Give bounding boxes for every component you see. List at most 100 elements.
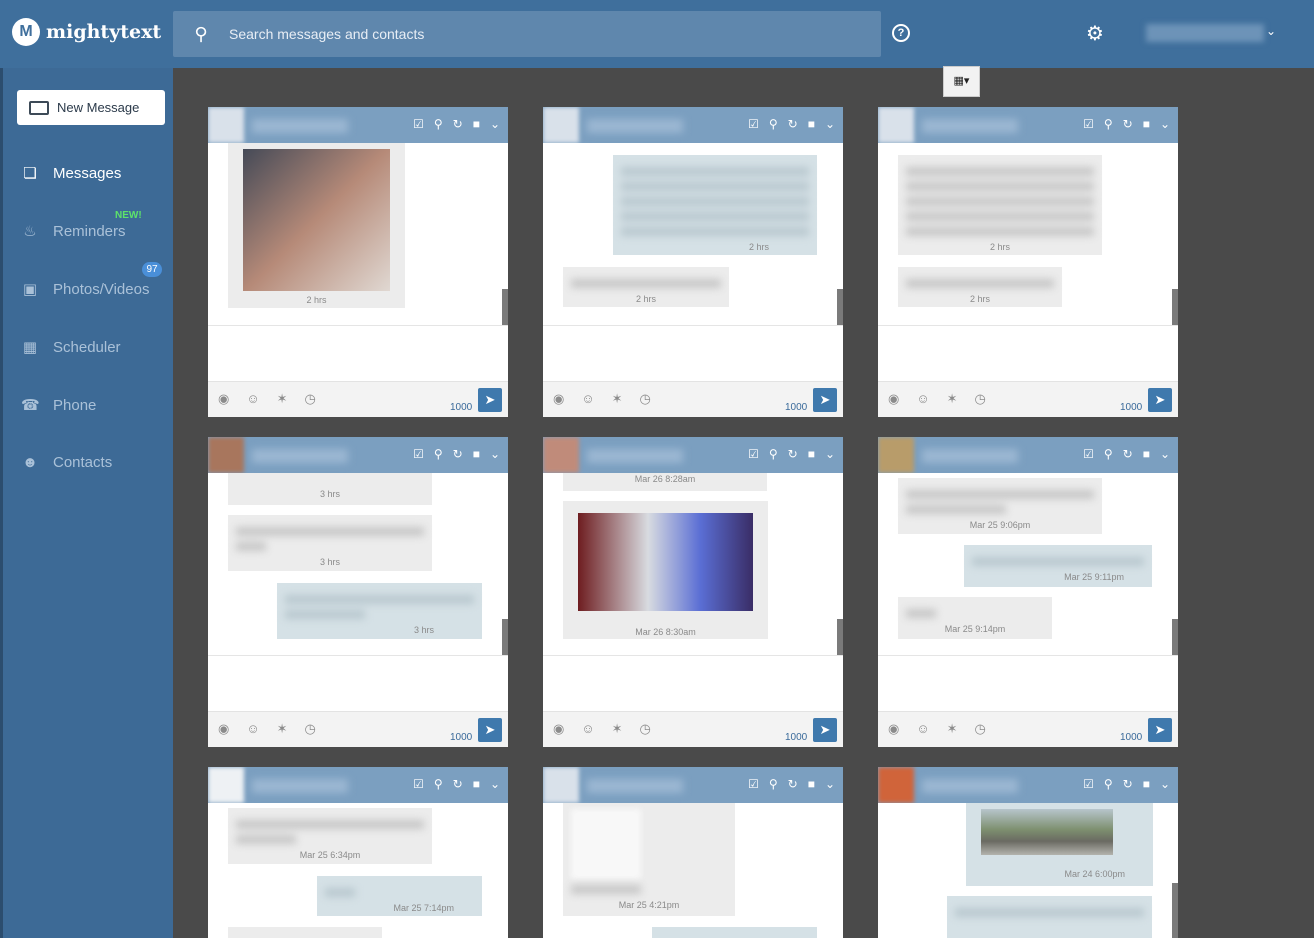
search-icon[interactable]: ⚲ [1104,447,1113,461]
select-icon[interactable]: ☑ [413,447,424,461]
message-thread[interactable]: 2 hrs 2 hrs [543,143,843,325]
new-message-button[interactable]: New Message [17,90,165,125]
sidebar-item-reminders[interactable]: ♨ Reminders [21,222,125,241]
clock-icon[interactable]: ◷ [975,721,986,737]
refresh-icon[interactable]: ↻ [453,117,463,131]
delete-icon[interactable]: ■ [1143,447,1150,461]
send-button[interactable]: ➤ [1148,718,1172,742]
refresh-icon[interactable]: ↻ [1123,447,1133,461]
contact-name[interactable] [252,119,348,133]
view-toggle-button[interactable]: ▦▾ [943,66,980,97]
avatar[interactable] [543,107,579,143]
message-photo[interactable] [578,513,753,611]
compose-field[interactable] [208,655,508,711]
refresh-icon[interactable]: ↻ [453,447,463,461]
contact-name[interactable] [922,449,1018,463]
message-thread[interactable]: 3 hrs 3 hrs 3 hrs [208,473,508,655]
delete-icon[interactable]: ■ [473,117,480,131]
search-icon[interactable]: ⚲ [173,24,229,45]
chevron-down-icon[interactable]: ⌄ [1160,117,1170,131]
search-icon[interactable]: ⚲ [769,447,778,461]
emoji-icon[interactable]: ☺ [581,721,594,737]
delete-icon[interactable]: ■ [808,447,815,461]
send-button[interactable]: ➤ [478,388,502,412]
contact-name[interactable] [922,779,1018,793]
search-bar[interactable]: ⚲ Search messages and contacts [173,11,881,57]
select-icon[interactable]: ☑ [413,117,424,131]
delete-icon[interactable]: ■ [473,777,480,791]
emoji-icon[interactable]: ☺ [916,721,929,737]
compose-field[interactable] [543,655,843,711]
message-thread[interactable]: Mar 25 4:21pm [543,803,843,938]
message-photo[interactable] [571,809,641,879]
delete-icon[interactable]: ■ [1143,117,1150,131]
camera-icon[interactable]: ◉ [888,391,899,407]
message-photo[interactable] [981,809,1113,855]
message-thread[interactable]: 2 hrs [208,143,508,325]
message-thread[interactable]: Mar 26 8:28am Mar 26 8:30am [543,473,843,655]
select-icon[interactable]: ☑ [1083,777,1094,791]
account-menu[interactable] [1146,24,1264,42]
refresh-icon[interactable]: ↻ [788,777,798,791]
camera-icon[interactable]: ◉ [553,391,564,407]
select-icon[interactable]: ☑ [748,777,759,791]
delete-icon[interactable]: ■ [473,447,480,461]
compose-field[interactable] [543,325,843,381]
chevron-down-icon[interactable]: ⌄ [1266,24,1276,38]
emoji-icon[interactable]: ☺ [246,721,259,737]
message-photo[interactable] [243,149,390,291]
scrollbar[interactable] [1172,289,1178,325]
search-icon[interactable]: ⚲ [434,447,443,461]
compose-field[interactable] [878,655,1178,711]
delete-icon[interactable]: ■ [808,777,815,791]
app-logo[interactable]: M mightytext [12,18,161,46]
emoji-icon[interactable]: ☺ [581,391,594,407]
avatar[interactable] [208,437,244,473]
scrollbar[interactable] [837,289,843,325]
scrollbar[interactable] [502,289,508,325]
refresh-icon[interactable]: ↻ [1123,777,1133,791]
delete-icon[interactable]: ■ [808,117,815,131]
avatar[interactable] [208,767,244,803]
magic-wand-icon[interactable]: ✶ [612,391,623,407]
sidebar-item-messages[interactable]: ❏ Messages [21,164,121,183]
search-icon[interactable]: ⚲ [769,777,778,791]
magic-wand-icon[interactable]: ✶ [947,391,958,407]
scrollbar[interactable] [502,619,508,655]
chevron-down-icon[interactable]: ⌄ [490,447,500,461]
sidebar-item-phone[interactable]: ☎ Phone [21,396,96,415]
chevron-down-icon[interactable]: ⌄ [490,117,500,131]
sidebar-item-photos-videos[interactable]: ▣ Photos/Videos [21,280,150,299]
chevron-down-icon[interactable]: ⌄ [825,777,835,791]
send-button[interactable]: ➤ [813,718,837,742]
contact-name[interactable] [587,449,683,463]
send-button[interactable]: ➤ [813,388,837,412]
clock-icon[interactable]: ◷ [975,391,986,407]
avatar[interactable] [208,107,244,143]
clock-icon[interactable]: ◷ [640,391,651,407]
camera-icon[interactable]: ◉ [553,721,564,737]
avatar[interactable] [878,437,914,473]
camera-icon[interactable]: ◉ [218,721,229,737]
clock-icon[interactable]: ◷ [640,721,651,737]
search-icon[interactable]: ⚲ [1104,777,1113,791]
emoji-icon[interactable]: ☺ [916,391,929,407]
avatar[interactable] [878,767,914,803]
contact-name[interactable] [587,779,683,793]
message-thread[interactable]: Mar 24 6:00pm [878,803,1178,938]
magic-wand-icon[interactable]: ✶ [277,721,288,737]
avatar[interactable] [878,107,914,143]
clock-icon[interactable]: ◷ [305,721,316,737]
chevron-down-icon[interactable]: ⌄ [1160,447,1170,461]
search-icon[interactable]: ⚲ [434,117,443,131]
refresh-icon[interactable]: ↻ [788,447,798,461]
avatar[interactable] [543,767,579,803]
avatar[interactable] [543,437,579,473]
magic-wand-icon[interactable]: ✶ [947,721,958,737]
contact-name[interactable] [252,779,348,793]
select-icon[interactable]: ☑ [748,117,759,131]
send-button[interactable]: ➤ [478,718,502,742]
message-thread[interactable]: Mar 25 9:06pm Mar 25 9:11pm Mar 25 9:14p… [878,473,1178,655]
magic-wand-icon[interactable]: ✶ [612,721,623,737]
camera-icon[interactable]: ◉ [218,391,229,407]
